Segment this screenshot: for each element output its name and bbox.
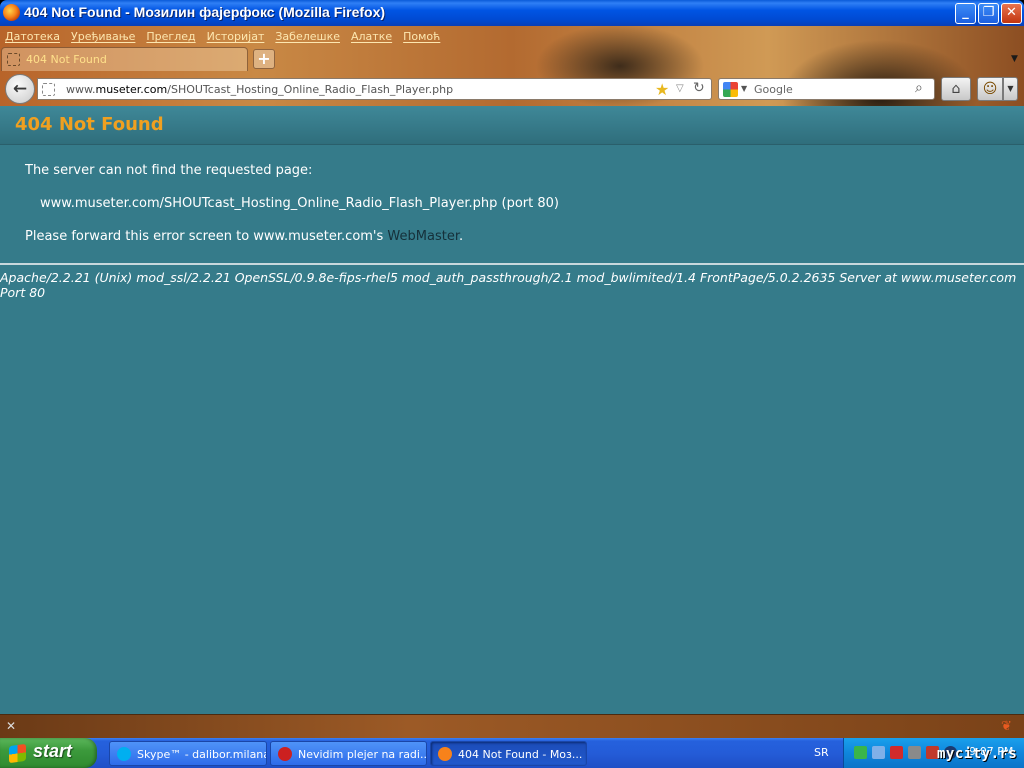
taskbar-item-label: Skype™ - dalibor.milana bbox=[137, 748, 267, 761]
webmaster-link[interactable]: WebMaster bbox=[387, 229, 459, 244]
chevron-down-icon: ▼ bbox=[1007, 84, 1014, 93]
start-label: start bbox=[33, 741, 73, 761]
search-bar[interactable]: ▼ Google ⌕ bbox=[718, 78, 935, 100]
tray-speaker-icon[interactable] bbox=[908, 746, 921, 759]
menu-edit[interactable]: Уређивање bbox=[66, 28, 141, 46]
site-identity-icon[interactable] bbox=[42, 83, 55, 96]
taskbar: start Skype™ - dalibor.milana Nevidim pl… bbox=[0, 738, 1024, 768]
home-icon: ⌂ bbox=[951, 81, 961, 97]
monkey-icon: ☺ bbox=[982, 81, 998, 97]
tab-label: 404 Not Found bbox=[26, 53, 107, 66]
minimize-button[interactable]: _ bbox=[955, 3, 976, 24]
url-path: /SHOUTcast_Hosting_Online_Radio_Flash_Pl… bbox=[167, 83, 454, 96]
tray-check-icon[interactable] bbox=[854, 746, 867, 759]
requested-url: www.museter.com/SHOUTcast_Hosting_Online… bbox=[40, 196, 559, 211]
search-engine-dropdown-icon[interactable]: ▼ bbox=[741, 84, 747, 93]
restore-icon: ❐ bbox=[982, 5, 995, 20]
menu-bookmarks[interactable]: Забелешке bbox=[270, 28, 346, 46]
taskbar-item-label: 404 Not Found - Моз... bbox=[458, 748, 583, 761]
greasemonkey-dropdown[interactable]: ▼ bbox=[1003, 77, 1018, 101]
menu-file[interactable]: Датотека bbox=[0, 28, 66, 46]
menu-tools[interactable]: Алатке bbox=[346, 28, 398, 46]
page-favicon-icon bbox=[7, 53, 20, 66]
url-domain: museter.com bbox=[95, 83, 168, 96]
close-icon: ✕ bbox=[1006, 5, 1017, 20]
page-header: 404 Not Found bbox=[0, 106, 1024, 145]
menu-bar: Датотека Уређивање Преглед Историјат Заб… bbox=[0, 28, 446, 46]
magnifier-icon[interactable]: ⌕ bbox=[915, 80, 923, 96]
maximize-button[interactable]: ❐ bbox=[978, 3, 999, 24]
firefox-icon bbox=[438, 747, 452, 761]
google-icon[interactable] bbox=[723, 82, 738, 97]
server-signature: Apache/2.2.21 (Unix) mod_ssl/2.2.21 Open… bbox=[0, 270, 1017, 300]
skype-icon bbox=[117, 747, 131, 761]
close-addon-bar-icon[interactable]: ✕ bbox=[6, 719, 16, 733]
minimize-icon: _ bbox=[962, 5, 969, 20]
menu-view[interactable]: Преглед bbox=[141, 28, 201, 46]
url-history-dropdown-icon[interactable]: ▽ bbox=[676, 83, 684, 94]
search-input[interactable]: Google bbox=[754, 83, 793, 96]
reload-icon[interactable]: ↻ bbox=[693, 80, 705, 96]
back-button[interactable]: ← bbox=[5, 74, 35, 104]
menu-help[interactable]: Помоћ bbox=[398, 28, 446, 46]
url-bar[interactable]: www.museter.com/SHOUTcast_Hosting_Online… bbox=[37, 78, 712, 100]
status-bar: ✕ ❦ bbox=[0, 714, 1024, 738]
bookmark-star-icon[interactable]: ★ bbox=[655, 80, 669, 99]
error-message: The server can not find the requested pa… bbox=[25, 163, 313, 178]
forward-text: Please forward this error screen to www.… bbox=[25, 229, 388, 244]
plus-icon: + bbox=[257, 49, 271, 68]
windows-flag-icon bbox=[9, 743, 26, 764]
start-button[interactable]: start bbox=[0, 738, 97, 768]
taskbar-item-skype[interactable]: Skype™ - dalibor.milana bbox=[109, 741, 267, 766]
page-title: 404 Not Found bbox=[15, 114, 164, 135]
home-button[interactable]: ⌂ bbox=[941, 77, 971, 101]
firefox-icon bbox=[3, 4, 20, 21]
close-button[interactable]: ✕ bbox=[1001, 3, 1022, 24]
divider bbox=[0, 263, 1024, 265]
greasemonkey-button[interactable]: ☺ bbox=[977, 77, 1003, 101]
taskbar-item-firefox[interactable]: 404 Not Found - Моз... bbox=[430, 741, 587, 766]
url-prefix: www. bbox=[66, 83, 96, 96]
browser-chrome: Датотека Уређивање Преглед Историјат Заб… bbox=[0, 26, 1024, 106]
new-tab-button[interactable]: + bbox=[253, 49, 275, 69]
addon-icon[interactable]: ❦ bbox=[1001, 719, 1012, 734]
taskbar-item-label: Nevidim plejer na radi... bbox=[298, 748, 427, 761]
tray-network-icon[interactable] bbox=[872, 746, 885, 759]
forward-suffix: . bbox=[458, 229, 464, 244]
window-title: 404 Not Found - Мозилин фајерфокс (Mozil… bbox=[24, 4, 386, 20]
tray-shield-icon[interactable] bbox=[890, 746, 903, 759]
tab-404-not-found[interactable]: 404 Not Found bbox=[1, 47, 248, 71]
taskbar-item-opera[interactable]: Nevidim plejer na radi... bbox=[270, 741, 427, 766]
language-indicator[interactable]: SR bbox=[814, 746, 829, 759]
tab-list-arrow-icon[interactable]: ▼ bbox=[1011, 54, 1018, 64]
opera-icon bbox=[278, 747, 292, 761]
url-text[interactable]: www.museter.com/SHOUTcast_Hosting_Online… bbox=[66, 83, 453, 96]
page-content: 404 Not Found The server can not find th… bbox=[0, 106, 1024, 714]
forward-message: Please forward this error screen to www.… bbox=[25, 229, 463, 244]
menu-history[interactable]: Историјат bbox=[202, 28, 271, 46]
watermark-text: mycity.rs bbox=[937, 746, 1018, 762]
back-arrow-icon: ← bbox=[12, 79, 28, 99]
window-titlebar[interactable]: 404 Not Found - Мозилин фајерфокс (Mozil… bbox=[0, 0, 1024, 26]
